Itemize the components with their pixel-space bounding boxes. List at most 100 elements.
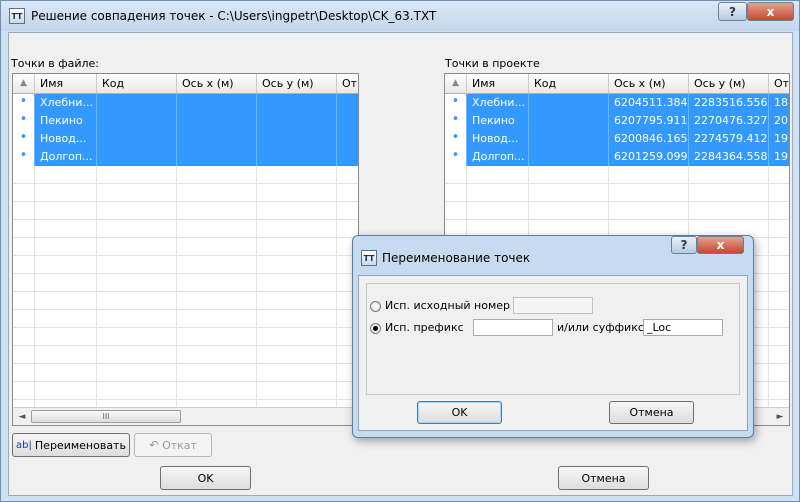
dialog-cancel-button[interactable]: Отмена — [609, 401, 694, 424]
table-row[interactable]: • Долгоп... — [13, 148, 358, 166]
window-title: Решение совпадения точек - C:\Users\ingp… — [31, 9, 437, 23]
cell-name: Новод... — [35, 130, 97, 148]
help-button[interactable]: ? — [718, 2, 747, 21]
cell-code — [529, 130, 609, 148]
cell-elevation: 181 — [769, 94, 789, 112]
dialog-help-button[interactable]: ? — [671, 236, 697, 254]
row-marker-icon: • — [13, 94, 35, 112]
cell-x — [177, 130, 257, 148]
column-header-elevation[interactable]: Отм — [769, 74, 789, 94]
source-number-radio[interactable] — [370, 301, 381, 312]
cell-x — [177, 148, 257, 166]
cell-elevation — [337, 112, 358, 130]
scroll-left-icon[interactable]: ◄ — [15, 410, 29, 424]
table-row[interactable]: • Новод... — [13, 130, 358, 148]
row-marker-icon: • — [13, 148, 35, 166]
undo-icon: ↶ — [149, 438, 160, 452]
column-header-x[interactable]: Ось x (м) — [177, 74, 257, 94]
cell-y: 2284364.558 — [689, 148, 769, 166]
cell-elevation — [337, 94, 358, 112]
cell-x: 6207795.911 — [609, 112, 689, 130]
cell-name: Пекино — [467, 112, 529, 130]
cell-elevation: 191 — [769, 148, 789, 166]
column-header-code[interactable]: Код — [529, 74, 609, 94]
rename-options-group: Исп. исходный номер Исп. префикс и/или с… — [366, 283, 740, 395]
cell-elevation: 197 — [769, 130, 789, 148]
cell-y — [257, 130, 337, 148]
cell-x: 6201259.099 — [609, 148, 689, 166]
table-row[interactable]: • Хлебни... — [13, 94, 358, 112]
cell-y: 2270476.327 — [689, 112, 769, 130]
app-logo-icon: ТТ — [9, 8, 25, 24]
cell-code — [97, 112, 177, 130]
rename-points-dialog[interactable]: ТТ Переименование точек ? x Исп. исходны… — [352, 235, 754, 438]
column-header-y[interactable]: Ось y (м) — [689, 74, 769, 94]
dialog-close-button[interactable]: x — [697, 236, 744, 254]
cell-name: Долгоп... — [467, 148, 529, 166]
cell-name: Хлебни... — [35, 94, 97, 112]
row-marker-icon: • — [445, 130, 467, 148]
project-points-label: Точки в проекте — [445, 57, 540, 70]
column-header-name[interactable]: Имя — [467, 74, 529, 94]
ok-button[interactable]: OK — [160, 466, 251, 490]
close-button[interactable]: x — [747, 2, 794, 21]
cell-x: 6200846.165 — [609, 130, 689, 148]
scroll-right-icon[interactable]: ► — [773, 410, 787, 424]
source-number-label: Исп. исходный номер — [385, 299, 510, 312]
table-row[interactable]: • Новод... 6200846.165 2274579.412 197 — [445, 130, 789, 148]
dialog-logo-icon: ТТ — [361, 250, 377, 266]
column-header-name[interactable]: Имя — [35, 74, 97, 94]
cancel-button[interactable]: Отмена — [558, 466, 649, 490]
rename-button[interactable]: ab| Переименовать — [12, 433, 130, 457]
cell-x: 6204511.384 — [609, 94, 689, 112]
cell-y: 2274579.412 — [689, 130, 769, 148]
file-points-label: Точки в файле: — [11, 57, 100, 70]
dialog-ok-button[interactable]: OK — [417, 401, 502, 424]
cell-code — [97, 148, 177, 166]
scroll-thumb[interactable]: III — [31, 410, 181, 423]
cell-elevation — [337, 130, 358, 148]
cell-x — [177, 94, 257, 112]
cell-y — [257, 94, 337, 112]
table-row[interactable]: • Хлебни... 6204511.384 2283516.556 181 — [445, 94, 789, 112]
dialog-title: Переименование точек — [382, 251, 531, 265]
sort-arrow-icon[interactable]: ▲ — [13, 74, 35, 94]
rename-button-label: Переименовать — [34, 438, 126, 452]
row-marker-icon: • — [445, 112, 467, 130]
suffix-label: и/или суффикс — [557, 321, 644, 334]
column-header-y[interactable]: Ось y (м) — [257, 74, 337, 94]
rename-icon: ab| — [16, 439, 32, 451]
column-header-x[interactable]: Ось x (м) — [609, 74, 689, 94]
dialog-client-area: Исп. исходный номер Исп. префикс и/или с… — [358, 275, 748, 431]
cell-code — [529, 112, 609, 130]
cell-code — [97, 130, 177, 148]
file-points-grid[interactable]: ▲ Имя Код Ось x (м) Ось y (м) Отм • Хлеб… — [12, 73, 359, 426]
suffix-field[interactable] — [643, 319, 723, 336]
row-marker-icon: • — [445, 94, 467, 112]
sort-arrow-icon[interactable]: ▲ — [445, 74, 467, 94]
prefix-field[interactable] — [473, 319, 553, 336]
undo-button[interactable]: ↶ Откат — [134, 433, 212, 457]
horizontal-scrollbar[interactable]: ◄ III — [13, 407, 358, 425]
cell-name: Пекино — [35, 112, 97, 130]
table-row[interactable]: • Пекино — [13, 112, 358, 130]
table-row[interactable]: • Долгоп... 6201259.099 2284364.558 191 — [445, 148, 789, 166]
cell-y: 2283516.556 — [689, 94, 769, 112]
table-row[interactable]: • Пекино 6207795.911 2270476.327 201 — [445, 112, 789, 130]
project-points-header: ▲ Имя Код Ось x (м) Ось y (м) Отм — [445, 74, 789, 94]
cell-code — [529, 148, 609, 166]
prefix-radio[interactable] — [370, 323, 381, 334]
cell-code — [529, 94, 609, 112]
source-number-field[interactable] — [513, 297, 593, 314]
column-header-code[interactable]: Код — [97, 74, 177, 94]
row-marker-icon: • — [13, 112, 35, 130]
row-marker-icon: • — [445, 148, 467, 166]
title-bar[interactable]: ТТ Решение совпадения точек - C:\Users\i… — [1, 1, 799, 31]
undo-button-label: Откат — [162, 438, 197, 452]
cell-name: Новод... — [467, 130, 529, 148]
row-marker-icon: • — [13, 130, 35, 148]
cell-elevation: 201 — [769, 112, 789, 130]
file-points-header: ▲ Имя Код Ось x (м) Ось y (м) Отм — [13, 74, 358, 94]
cell-code — [97, 94, 177, 112]
column-header-elevation[interactable]: Отм — [337, 74, 358, 94]
